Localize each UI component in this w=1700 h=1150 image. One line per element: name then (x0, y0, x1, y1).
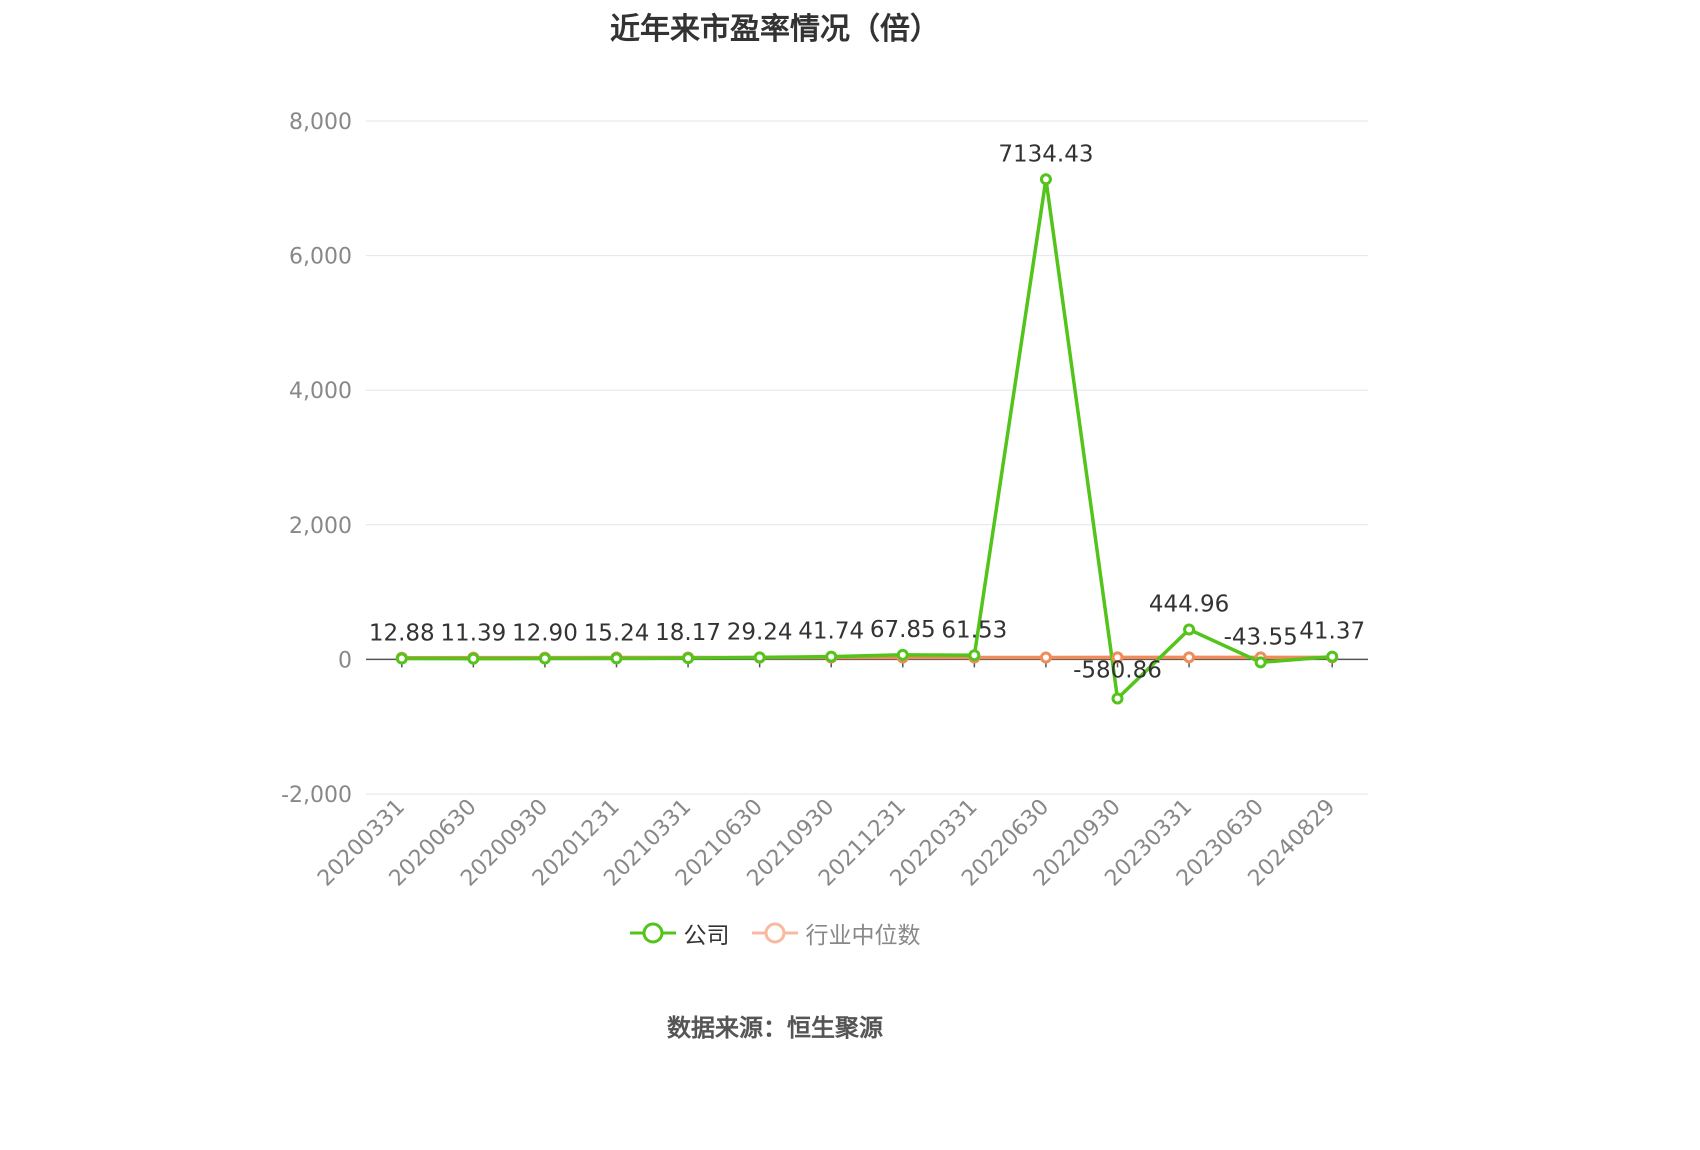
data-point-company (467, 652, 480, 665)
data-point-company (1326, 650, 1339, 663)
legend-line-icon (629, 922, 676, 944)
y-axis: 8,000 6,000 4,000 2,000 0 -2,000 (281, 110, 352, 808)
data-label: 41.37 (1299, 619, 1365, 645)
data-label: -580.86 (1073, 657, 1162, 683)
x-axis: 2020033120200630202009302020123120210331… (313, 658, 1368, 891)
data-label: 18.17 (655, 620, 721, 646)
data-point-company (968, 649, 981, 662)
data-point-industry (1039, 651, 1052, 664)
data-point-company (610, 652, 623, 665)
legend: 公司 行业中位数 (0, 916, 1550, 950)
data-point-company (825, 650, 838, 663)
data-labels: 12.88 11.39 12.90 15.24 18.17 29.24 41.74 67.85… (369, 141, 1365, 683)
data-point-company (1183, 623, 1196, 636)
data-point-company (682, 652, 695, 665)
data-point-company (538, 652, 551, 665)
legend-label-industry: 行业中位数 (805, 923, 921, 949)
data-point-company (1039, 173, 1052, 186)
y-tick-label: 2,000 (289, 514, 352, 539)
legend-label-company: 公司 (683, 923, 730, 949)
y-tick-label: 8,000 (289, 110, 352, 135)
y-tick-label: 6,000 (289, 245, 352, 270)
legend-item-company[interactable]: 公司 (629, 916, 730, 950)
data-label: 15.24 (584, 620, 650, 646)
data-source: 数据来源：恒生聚源 (667, 1014, 883, 1042)
y-tick-label: 4,000 (289, 379, 352, 404)
data-label: 61.53 (941, 617, 1007, 643)
data-label: 11.39 (440, 621, 506, 647)
data-label: 67.85 (870, 617, 936, 643)
data-point-company (896, 648, 909, 661)
data-point-industry (1183, 651, 1196, 664)
data-label: 12.88 (369, 621, 435, 647)
y-tick-label: 0 (338, 648, 352, 673)
data-label: -43.55 (1224, 624, 1298, 650)
grid (366, 120, 1368, 795)
legend-line-icon (751, 922, 798, 944)
y-tick-label: -2,000 (281, 783, 352, 808)
data-point-company (395, 652, 408, 665)
data-point-company (1254, 656, 1267, 669)
line-chart: 8,000 6,000 4,000 2,000 0 -2,000 202003312020… (281, 110, 1368, 891)
data-label: 444.96 (1149, 591, 1229, 617)
data-label: 41.74 (798, 619, 864, 645)
data-label: 12.90 (512, 621, 578, 647)
legend-item-industry[interactable]: 行业中位数 (751, 916, 921, 950)
data-point-company (753, 651, 766, 664)
data-label: 29.24 (727, 619, 793, 645)
data-point-company (1111, 692, 1124, 705)
data-label: 7134.43 (998, 141, 1093, 167)
